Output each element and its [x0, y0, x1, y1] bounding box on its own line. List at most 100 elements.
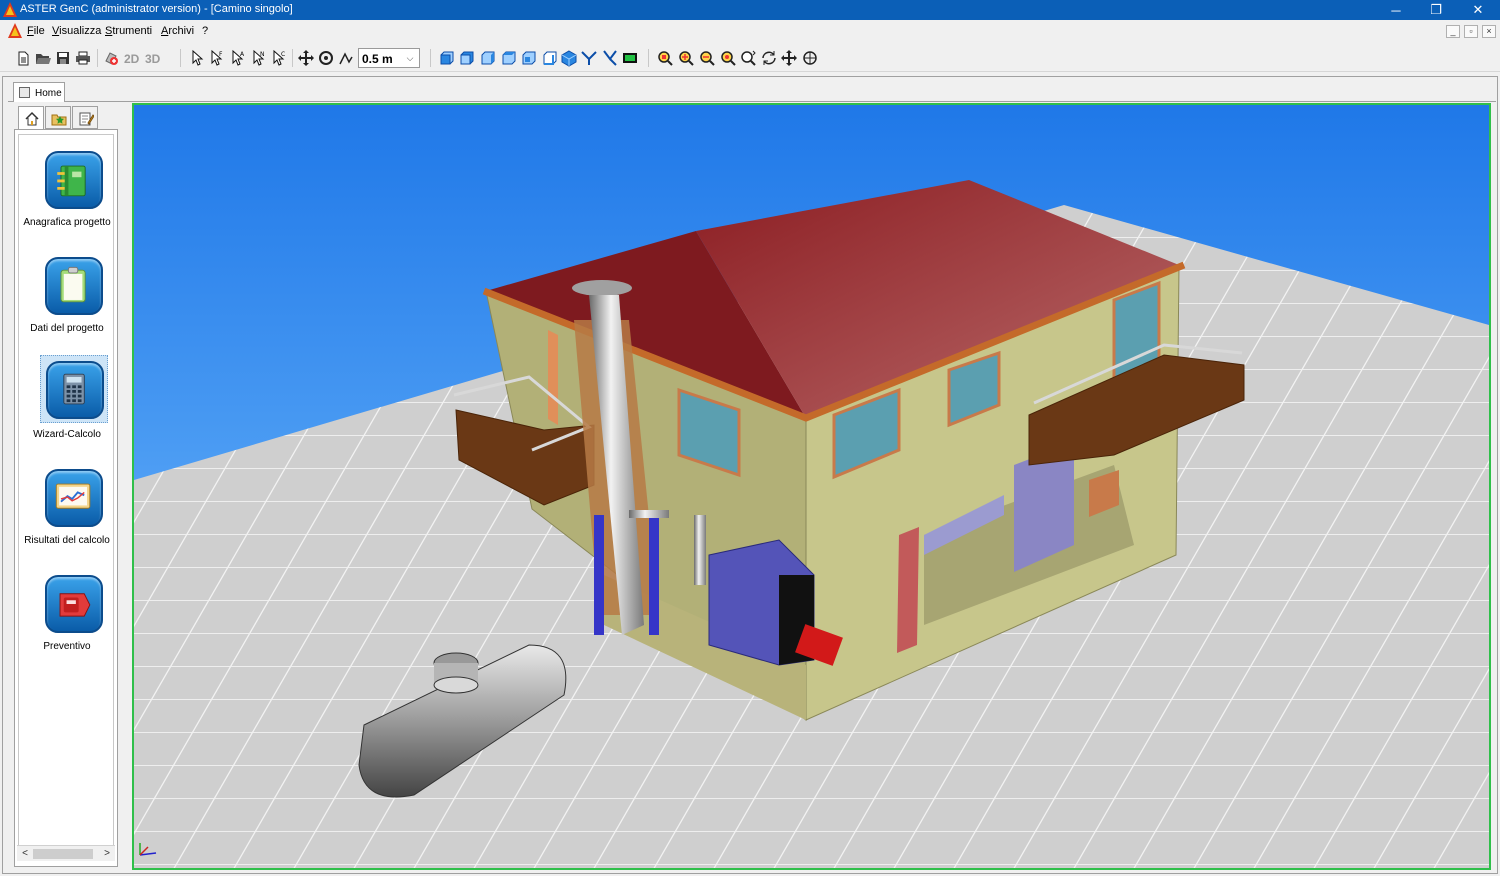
document-logo-icon — [8, 23, 22, 38]
binder-icon — [57, 165, 86, 197]
title-bar: ASTER GenC (administrator version) - [Ca… — [0, 0, 1500, 20]
rotate-icon[interactable] — [317, 49, 335, 67]
side-tab-favorites[interactable] — [45, 106, 71, 129]
side-tab-notes[interactable] — [72, 106, 98, 129]
side-button-preventivo[interactable]: Preventivo — [19, 563, 115, 663]
app-logo-icon — [3, 2, 17, 17]
window — [548, 330, 558, 425]
orbit-icon[interactable] — [760, 49, 778, 67]
insulation-right — [649, 515, 659, 635]
side-button-icon-frame — [41, 253, 107, 319]
side-button-anagrafica[interactable]: Anagrafica progetto — [19, 139, 115, 239]
restore-button[interactable]: ❐ — [1416, 0, 1456, 20]
3d-viewport[interactable] — [132, 103, 1491, 870]
chimney-cap — [572, 280, 632, 296]
window-title: ASTER GenC (administrator version) - [Ca… — [20, 3, 293, 15]
select-face-icon[interactable]: F — [208, 49, 226, 67]
step-size-select[interactable]: 0.5 m ⌵ — [358, 48, 420, 68]
tab-home[interactable]: Home — [13, 82, 65, 102]
menu-help[interactable]: ? — [202, 25, 208, 37]
side-button-icon-frame — [41, 465, 107, 531]
view-top-icon[interactable] — [519, 49, 537, 67]
svg-text:A: A — [240, 51, 245, 58]
toolbar-separator — [180, 49, 181, 67]
scroll-right-icon[interactable]: > — [100, 847, 114, 861]
side-button-label: Dati del progetto — [30, 323, 104, 334]
snap-icon[interactable] — [338, 49, 356, 67]
select-component-icon[interactable]: C — [270, 49, 288, 67]
price-tag-icon — [59, 593, 91, 617]
side-panel-scrollbar[interactable]: < > — [17, 845, 115, 861]
flue-vertical — [694, 515, 706, 585]
save-icon[interactable] — [54, 49, 72, 67]
minimize-button[interactable]: ─ — [1376, 0, 1416, 20]
axes-xz-icon[interactable] — [601, 49, 619, 67]
pan-icon[interactable] — [780, 49, 798, 67]
side-tab-home[interactable] — [18, 106, 44, 130]
svg-text:N: N — [260, 51, 265, 58]
notepad-icon — [79, 112, 94, 126]
home-icon — [25, 111, 39, 126]
scroll-left-icon[interactable]: < — [18, 847, 32, 861]
menu-visualizza[interactable]: Visualizza — [52, 25, 101, 37]
view-back-icon[interactable] — [457, 49, 475, 67]
select-node-icon[interactable]: N — [250, 49, 268, 67]
zoom-out-icon[interactable] — [698, 49, 716, 67]
print-icon[interactable] — [74, 49, 92, 67]
zoom-in-icon[interactable] — [677, 49, 695, 67]
axes-xy-icon[interactable] — [580, 49, 598, 67]
tab-home-label: Home — [35, 88, 62, 99]
select-area-icon[interactable]: A — [229, 49, 247, 67]
side-button-label: Wizard-Calcolo — [33, 429, 101, 440]
side-button-icon-frame — [41, 571, 107, 637]
close-button[interactable]: ✕ — [1458, 0, 1498, 20]
toolbar-separator — [648, 49, 649, 67]
zoom-dynamic-icon[interactable] — [739, 49, 757, 67]
zoom-window-icon[interactable] — [656, 49, 674, 67]
open-folder-icon[interactable] — [34, 49, 52, 67]
view-iso-icon[interactable] — [560, 49, 578, 67]
toolbar-separator — [292, 49, 293, 67]
mode-3d-button[interactable]: 3D — [145, 52, 160, 66]
mdi-restore-button[interactable]: ▫ — [1464, 25, 1478, 38]
view-right-icon[interactable] — [499, 49, 517, 67]
zoom-extents-icon[interactable] — [719, 49, 737, 67]
render-mode-icon[interactable] — [621, 49, 639, 67]
free-rotate-icon[interactable] — [801, 49, 819, 67]
side-button-circle — [45, 575, 103, 633]
mdi-minimize-button[interactable]: _ — [1446, 25, 1460, 38]
menu-strumenti[interactable]: Strumenti — [105, 25, 152, 37]
view-front-icon[interactable] — [437, 49, 455, 67]
side-button-label: Risultati del calcolo — [24, 535, 110, 546]
side-button-wizard-calcolo[interactable]: Wizard-Calcolo — [19, 351, 115, 451]
mode-2d-button[interactable]: 2D — [124, 52, 139, 66]
side-button-circle — [45, 151, 103, 209]
step-size-value: 0.5 m — [362, 52, 393, 66]
insulation-left — [594, 515, 604, 635]
recalculate-icon[interactable] — [102, 49, 120, 67]
toolbar-separator — [430, 49, 431, 67]
scroll-thumb[interactable] — [33, 849, 93, 859]
side-button-dati-progetto[interactable]: Dati del progetto — [19, 245, 115, 345]
move-icon[interactable] — [297, 49, 315, 67]
side-button-icon-frame — [40, 355, 108, 423]
mdi-close-button[interactable]: × — [1482, 25, 1496, 38]
svg-text:C: C — [281, 51, 285, 58]
select-arrow-icon[interactable] — [188, 49, 206, 67]
menu-archivi[interactable]: Archivi — [161, 25, 194, 37]
star-folder-icon — [51, 114, 67, 126]
side-button-risultati-calcolo[interactable]: Risultati del calcolo — [19, 457, 115, 557]
side-button-list: Anagrafica progetto Dati del progetto Wi… — [18, 134, 114, 860]
chart-board-icon — [55, 483, 91, 509]
view-left-icon[interactable] — [478, 49, 496, 67]
side-door — [897, 527, 919, 653]
new-file-icon[interactable] — [14, 49, 32, 67]
side-button-circle — [45, 469, 103, 527]
chevron-down-icon[interactable]: ⌵ — [403, 51, 417, 65]
side-panel: Anagrafica progetto Dati del progetto Wi… — [14, 129, 118, 867]
view-bottom-icon[interactable] — [540, 49, 558, 67]
svg-text:F: F — [219, 51, 223, 58]
menu-file[interactable]: File — [27, 25, 45, 37]
side-button-icon-frame — [41, 147, 107, 213]
toolbar: 2D 3D F A N C — [0, 44, 1500, 72]
